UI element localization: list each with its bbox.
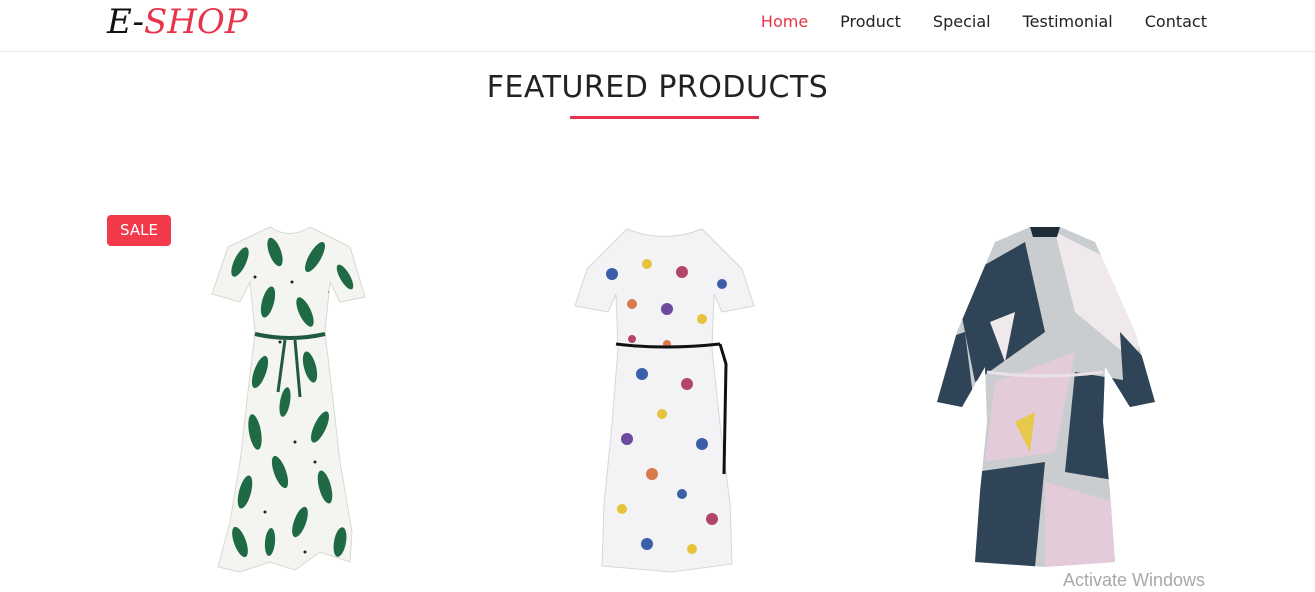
activate-windows-watermark: Activate Windows [1063,570,1206,590]
leaf-print-dress-image [211,226,366,573]
brand-logo-prefix: E- [107,2,144,42]
sale-badge: SALE [107,215,171,246]
product-card-floral-print-dress[interactable] [572,224,757,574]
product-card-abstract-print-dress[interactable] [935,222,1157,570]
product-card-leaf-print-dress[interactable] [200,222,380,577]
title-underline [570,116,759,119]
navbar: E-SHOP Home Product Special Testimonial … [0,0,1315,52]
nav-link-home[interactable]: Home [761,12,808,31]
nav-link-special[interactable]: Special [933,12,991,31]
nav-link-testimonial[interactable]: Testimonial [1023,12,1113,31]
nav-link-product[interactable]: Product [840,12,901,31]
main-nav: Home Product Special Testimonial Contact [761,0,1207,42]
brand-logo-name: SHOP [143,2,248,42]
section-title: FEATURED PRODUCTS [486,70,829,105]
abstract-print-dress-image [937,227,1155,567]
brand-logo[interactable]: E-SHOP [107,2,248,42]
nav-link-contact[interactable]: Contact [1145,12,1207,31]
floral-print-dress-image [574,228,755,573]
